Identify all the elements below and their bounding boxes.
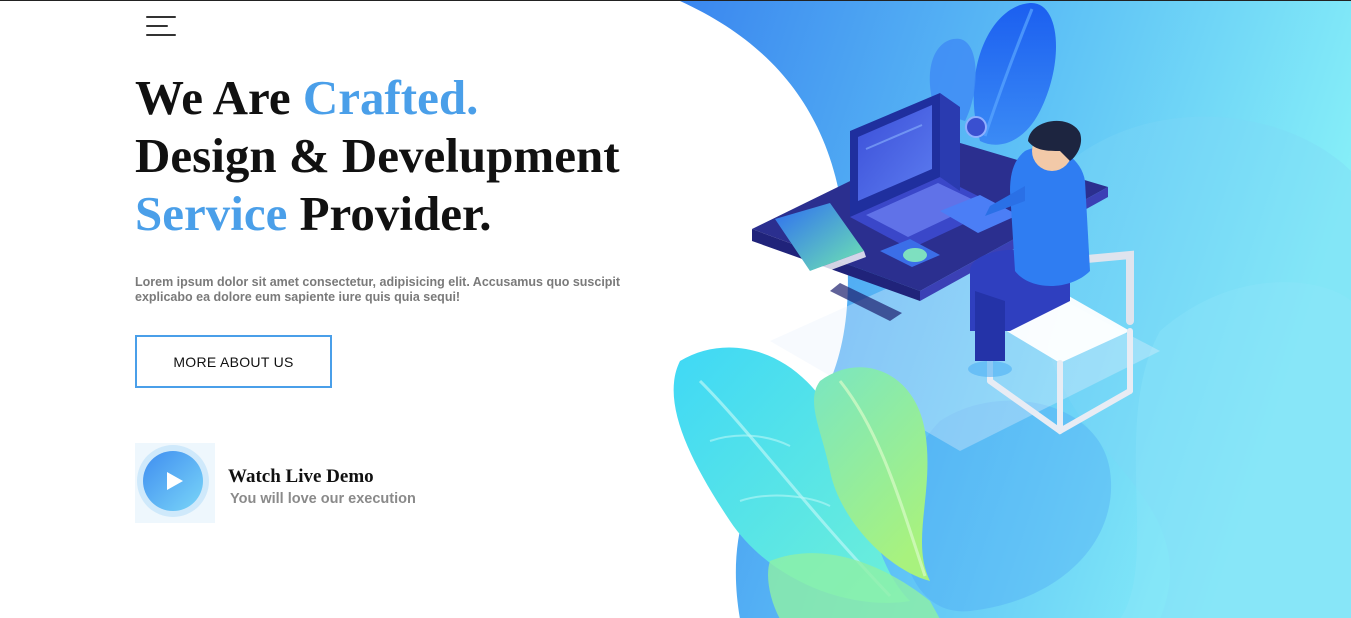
landing-page: We Are Crafted. Design & Develupment Ser… [0, 0, 1351, 618]
demo-subtitle: You will love our execution [230, 491, 416, 507]
watch-demo-block: Watch Live Demo You will love our execut… [135, 443, 455, 523]
headline-line-3-suffix: Provider. [287, 186, 492, 241]
play-icon[interactable] [135, 443, 215, 523]
menu-line [146, 25, 168, 27]
hero-description: Lorem ipsum dolor sit amet consectetur, … [135, 275, 621, 304]
headline-accent-crafted: Crafted. [302, 70, 479, 125]
hamburger-menu-icon[interactable] [146, 14, 178, 40]
hero-illustration [673, 1, 1351, 618]
headline-line-1-prefix: We Are [135, 70, 303, 125]
headline-line-1: We Are Crafted. [135, 70, 478, 125]
more-about-us-button[interactable]: MORE ABOUT US [135, 335, 332, 388]
hero-headline: We Are Crafted. Design & Develupment Ser… [135, 69, 620, 243]
headline-accent-service: Service [135, 186, 288, 241]
demo-title[interactable]: Watch Live Demo [228, 466, 374, 488]
menu-line [146, 34, 176, 36]
headline-line-2: Design & Develupment [135, 128, 620, 183]
headline-line-3: Service Provider. [135, 186, 492, 241]
menu-line [146, 16, 176, 18]
